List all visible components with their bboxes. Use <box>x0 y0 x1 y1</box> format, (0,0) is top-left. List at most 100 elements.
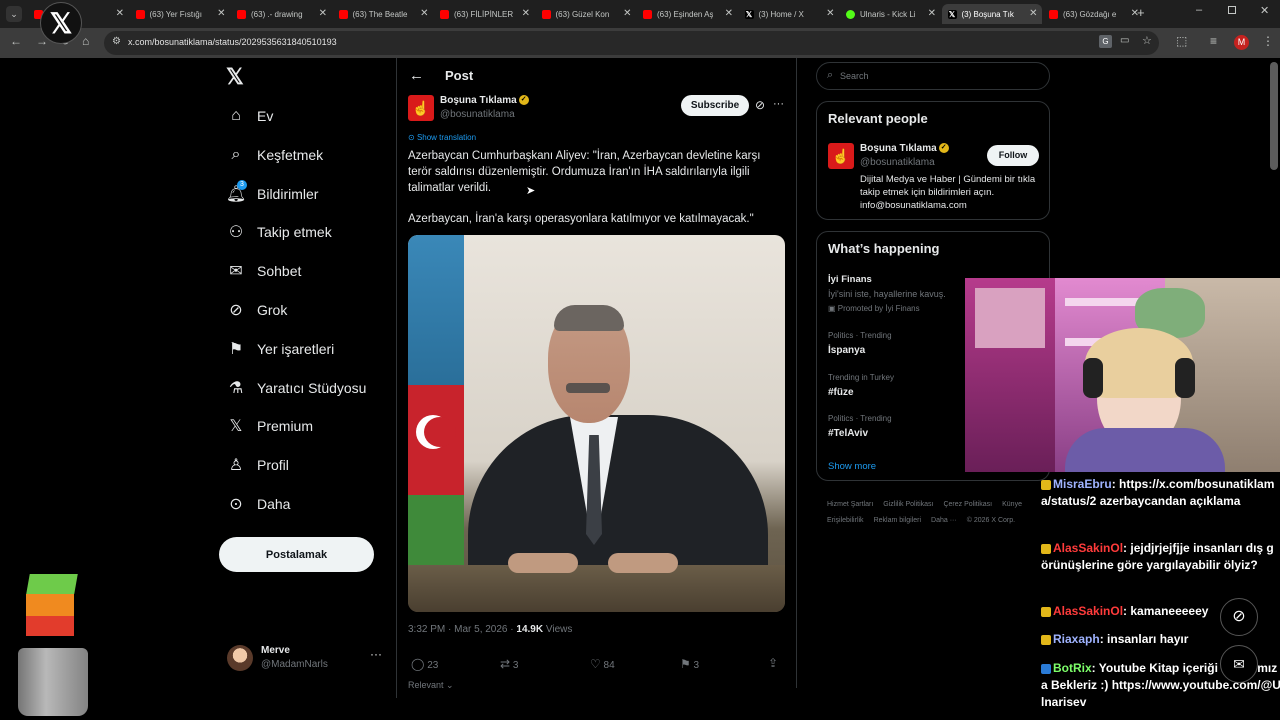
site-info-icon[interactable]: ⚙ <box>112 36 121 47</box>
messages-floating-button[interactable]: ✉ <box>1220 645 1258 683</box>
close-tab-icon[interactable]: ✕ <box>420 8 428 19</box>
chat-username[interactable]: MisraEbru <box>1053 477 1112 491</box>
browser-tab[interactable]: (63) Eşinden Aş ✕ <box>637 4 737 24</box>
youtube-icon <box>541 9 551 19</box>
browser-tab[interactable]: (63) .- drawing ✕ <box>231 4 331 24</box>
nav-item-home[interactable]: ⌂ Ev <box>225 101 273 131</box>
back-icon[interactable]: ← <box>10 34 22 48</box>
author-name[interactable]: Boşuna Tıklama <box>440 95 517 106</box>
person-name-row[interactable]: Boşuna Tıklama ✓ <box>860 143 949 154</box>
close-tab-icon[interactable]: ✕ <box>116 8 124 19</box>
post-button[interactable]: Postalamak <box>219 537 374 572</box>
footer-link[interactable]: © 2026 X Corp. <box>967 513 1015 529</box>
share-icon[interactable]: ⇪ <box>768 656 778 670</box>
chat-username[interactable]: Riaxaph <box>1053 632 1100 646</box>
footer-link[interactable]: Daha ··· <box>931 513 957 529</box>
close-tab-icon[interactable]: ✕ <box>725 8 733 19</box>
extensions-icon[interactable]: ⬚ <box>1176 34 1187 48</box>
search-input[interactable]: Search <box>840 71 869 81</box>
footer-link[interactable]: Çerez Politikası <box>943 497 992 513</box>
account-switcher[interactable]: Merve @MadamNarls ··· <box>225 643 385 675</box>
bookmark-star-icon[interactable]: ☆ <box>1142 34 1152 47</box>
repost-button[interactable]: ⇄ 3 <box>500 657 518 671</box>
post-image[interactable] <box>408 235 785 612</box>
show-translation-link[interactable]: ⊙ Show translation <box>408 133 476 142</box>
nav-item-person[interactable]: ♙ Profil <box>225 450 289 480</box>
new-tab-button[interactable]: + <box>1137 5 1145 20</box>
author-handle[interactable]: @bosunatiklama <box>440 109 515 120</box>
chat-username[interactable]: AlasSakinOl <box>1053 541 1123 555</box>
author-avatar[interactable]: ☝ <box>408 95 434 121</box>
profile-avatar[interactable]: M <box>1234 35 1249 50</box>
trend-name[interactable]: #füze <box>828 387 854 398</box>
close-tab-icon[interactable]: ✕ <box>1029 8 1037 19</box>
nav-item-label: Bildirimler <box>257 185 319 202</box>
close-tab-icon[interactable]: ✕ <box>217 8 225 19</box>
youtube-icon <box>1049 9 1058 19</box>
author-name-row[interactable]: Boşuna Tıklama ✓ <box>440 95 529 106</box>
address-bar[interactable]: ⚙ x.com/bosunatiklama/status/20295356318… <box>104 31 1159 55</box>
footer-link[interactable]: Reklam bilgileri <box>874 513 921 529</box>
browser-tab[interactable]: (63) Güzel Kon ✕ <box>536 4 636 24</box>
close-tab-icon[interactable]: ✕ <box>623 8 631 19</box>
page-scrollbar[interactable] <box>1270 62 1278 170</box>
browser-tab[interactable]: (63) FİLİPİNLER ✕ <box>434 4 534 24</box>
browser-tab[interactable]: 𝕏 (3) Home / X ✕ <box>739 4 839 24</box>
follow-button[interactable]: Follow <box>987 145 1039 166</box>
footer-link[interactable]: Gizlilik Politikası <box>883 497 933 513</box>
promo-title[interactable]: İyi Finans <box>828 274 872 285</box>
nav-item-flask[interactable]: ⚗ Yaratıcı Stüdyosu <box>225 373 367 403</box>
footer-link[interactable]: Hizmet Şartları <box>827 497 873 513</box>
nav-item-x-logo[interactable]: 𝕏 Premium <box>225 411 313 441</box>
subscribe-button[interactable]: Subscribe <box>681 95 749 116</box>
post-timestamp[interactable]: 3:32 PM · Mar 5, 2026 · 14.9K Views <box>408 624 572 635</box>
x-logo-icon[interactable]: 𝕏 <box>226 64 244 90</box>
nav-item-mail[interactable]: ✉ Sohbet <box>225 256 301 286</box>
browser-tab[interactable]: Ulnaris - Kick Li ✕ <box>840 4 940 24</box>
close-tab-icon[interactable]: ✕ <box>928 8 936 19</box>
browser-tab[interactable]: (63) The Beatle ✕ <box>333 4 433 24</box>
browser-tab[interactable]: (63) Gözdağı e ✕ <box>1043 4 1143 24</box>
grok-floating-button[interactable]: ⊘ <box>1220 598 1258 636</box>
close-tab-icon[interactable]: ✕ <box>319 8 327 19</box>
trend-name[interactable]: #TelAviv <box>828 428 868 439</box>
close-tab-icon[interactable]: ✕ <box>522 8 530 19</box>
tab-search-chevron-icon[interactable]: ⌄ <box>6 6 22 22</box>
show-more-link[interactable]: Show more <box>828 461 876 472</box>
post-time[interactable]: 3:32 PM · Mar 5, 2026 · <box>408 624 514 635</box>
nav-item-bell[interactable]: 🔔︎ 3 Bildirimler <box>225 179 318 209</box>
reply-sort-dropdown[interactable]: Relevant ⌄ <box>408 680 454 691</box>
reply-button[interactable]: ◯ 23 <box>411 657 438 671</box>
chat-username[interactable]: AlasSakinOl <box>1053 604 1123 618</box>
person-name[interactable]: Boşuna Tıklama <box>860 143 937 154</box>
like-button[interactable]: ♡ 84 <box>590 657 615 671</box>
nav-item-add-user[interactable]: ⚇ Takip etmek <box>225 217 332 247</box>
close-tab-icon[interactable]: ✕ <box>826 8 834 19</box>
nav-item-grok[interactable]: ⊘ Grok <box>225 295 287 325</box>
more-horizontal-icon[interactable]: ··· <box>370 647 382 661</box>
restore-window-button[interactable] <box>1228 6 1236 14</box>
chat-username[interactable]: BotRix <box>1053 661 1092 675</box>
person-handle[interactable]: @bosunatiklama <box>860 157 935 168</box>
browser-menu-icon[interactable]: ⋮ <box>1262 34 1274 48</box>
trend-name[interactable]: İspanya <box>828 345 865 356</box>
footer-link[interactable]: Erişilebilirlik <box>827 513 864 529</box>
bookmark-button[interactable]: ⚑ 3 <box>680 657 699 671</box>
media-controls-icon[interactable]: ≡ <box>1210 34 1217 48</box>
person-avatar[interactable]: ☝ <box>828 143 854 169</box>
nav-item-more-circle[interactable]: ⊙ Daha <box>225 489 290 519</box>
nav-item-bookmark[interactable]: ⚑ Yer işaretleri <box>225 334 334 364</box>
footer-link[interactable]: Künye <box>1002 497 1022 513</box>
minimize-window-button[interactable]: – <box>1196 4 1202 16</box>
more-options-icon[interactable]: ··· <box>773 98 784 110</box>
close-window-button[interactable]: ✕ <box>1260 4 1269 17</box>
grok-icon[interactable]: ⊘ <box>755 98 765 112</box>
home-browser-icon[interactable]: ⌂ <box>82 34 89 48</box>
translate-icon[interactable]: G <box>1099 35 1112 48</box>
browser-tab[interactable]: 𝕏 (3) Boşuna Tık ✕ <box>941 4 1042 24</box>
browser-tab[interactable]: (63) Yer Fıstığı ✕ <box>130 4 230 24</box>
back-arrow-icon[interactable]: ← <box>409 67 424 84</box>
search-box[interactable]: ⌕ Search <box>816 62 1050 90</box>
nav-item-search[interactable]: ⌕ Keşfetmek <box>225 140 324 170</box>
cast-icon[interactable]: ▭ <box>1120 35 1129 46</box>
